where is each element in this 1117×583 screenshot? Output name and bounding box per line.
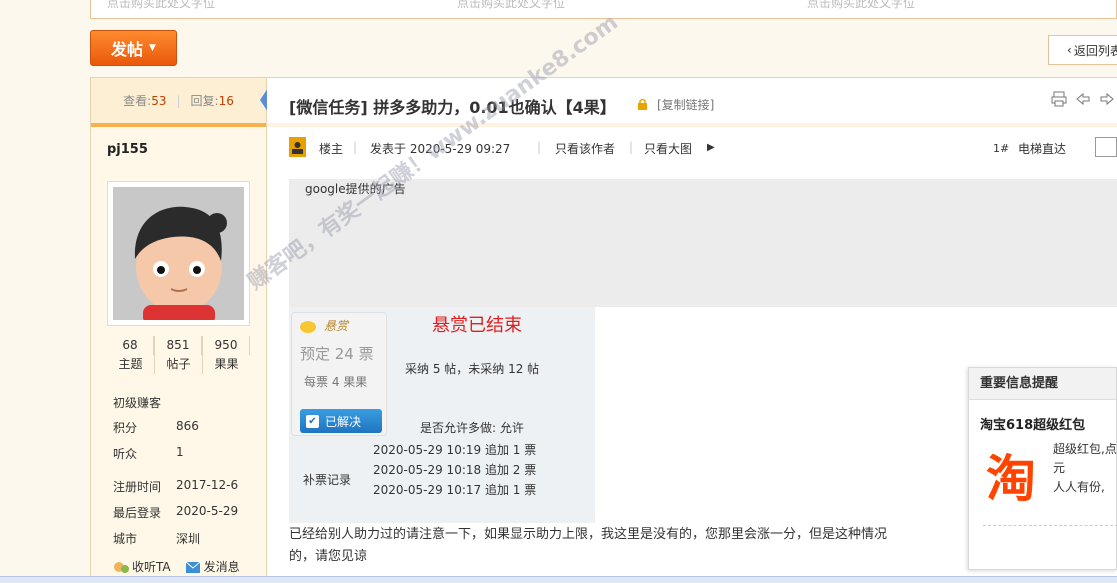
checkmark-icon: ✔ xyxy=(306,414,319,428)
count-guoguo[interactable]: 950 果果 xyxy=(203,336,250,374)
avatar[interactable] xyxy=(107,181,250,326)
play-arrow-icon[interactable]: ▶ xyxy=(707,142,715,153)
only-images-link[interactable]: 只看大图 xyxy=(644,140,692,157)
title-divider xyxy=(267,123,1117,127)
op-label: 楼主 xyxy=(319,142,344,156)
divider xyxy=(91,123,266,127)
new-post-label: 发帖 xyxy=(111,40,144,59)
allow-multiple: 是否允许多做: 允许 xyxy=(420,421,524,435)
author-sidebar: 查看:53 | 回复:16 pj155 68 主题 851 帖子 950 果果 初级赚… xyxy=(90,77,267,583)
follow-icon xyxy=(113,561,129,574)
last-login-row: 最后登录 2020-5-29 xyxy=(113,504,239,520)
record-item: 2020-05-29 10:17 追加 1 票 xyxy=(373,483,537,497)
author-actions: 收听TA 发消息 xyxy=(113,558,240,575)
popup-title-link[interactable]: 淘宝618超级红包 xyxy=(980,414,1085,433)
horizontal-scrollbar[interactable] xyxy=(0,576,1117,583)
replies-label: 回复: xyxy=(190,94,219,108)
avatar-image xyxy=(113,187,244,320)
ad-text-1[interactable]: 点击购买此处文字位 xyxy=(107,0,215,11)
points-row: 积分 866 xyxy=(113,419,199,435)
ad-text-3[interactable]: 点击购买此处文字位 xyxy=(807,0,915,11)
register-row: 注册时间 2017-12-6 xyxy=(113,478,239,494)
count-posts[interactable]: 851 帖子 xyxy=(155,336,203,374)
count-threads[interactable]: 68 主题 xyxy=(107,336,155,374)
post-meta-bar: 楼主 | 发表于 2020-5-29 09:27 | 只看该作者 | 只看大图 … xyxy=(289,137,1117,159)
author-rank[interactable]: 初级赚客 xyxy=(113,394,161,411)
back-to-list-label: 返回列表 xyxy=(1073,43,1117,58)
thread-tools xyxy=(1051,91,1115,107)
reward-badge: 悬赏 预定 24 票 每票 4 果果 ✔ 已解决 xyxy=(291,312,387,436)
back-arrow-icon: ‹ xyxy=(1067,43,1072,57)
ad-text-2[interactable]: 点击购买此处文字位 xyxy=(457,0,565,11)
adopt-summary: 采纳 5 帖，未采纳 12 帖 xyxy=(405,362,540,376)
caret-down-icon: ▼ xyxy=(149,43,156,53)
only-author-link[interactable]: 只看该作者 xyxy=(555,140,615,157)
post-body-line: 已经给别人助力过的请注意一下，如果显示助力上限，我这里是没有的，您那里会涨一分，… xyxy=(289,527,888,542)
google-ad-area: google提供的广告 xyxy=(289,179,1117,307)
popup-divider xyxy=(983,525,1117,526)
views-label: 查看: xyxy=(123,94,152,108)
posted-at: 发表于 2020-5-29 09:27 xyxy=(370,142,511,156)
views-count: 53 xyxy=(151,94,167,108)
envelope-icon xyxy=(185,561,201,574)
popup-description: 超级红包,点 元 人人有份, xyxy=(1053,442,1117,494)
thread-stats: 查看:53 | 回复:16 xyxy=(91,78,266,123)
copy-link[interactable]: [复制链接] xyxy=(657,96,714,113)
floor-number: 1# xyxy=(993,142,1010,155)
coin-icon xyxy=(300,321,316,333)
post-body-line: 的，请您见谅 xyxy=(289,549,368,564)
replies-count: 16 xyxy=(218,94,234,108)
message-button[interactable]: 发消息 xyxy=(185,558,240,575)
next-thread-icon[interactable] xyxy=(1099,91,1115,107)
top-ad-strip: 点击购买此处文字位 点击购买此处文字位 点击购买此处文字位 xyxy=(90,0,1117,19)
listeners-row: 听众 1 xyxy=(113,445,184,461)
back-to-list-button[interactable]: ‹ 返回列表 xyxy=(1048,35,1117,65)
supplement-records: 2020-05-29 10:19 追加 1 票 2020-05-29 10:18… xyxy=(373,440,536,500)
record-item: 2020-05-29 10:19 追加 1 票 xyxy=(373,443,537,457)
elevator-label: 电梯直达 xyxy=(1018,142,1067,156)
google-ad-label: google提供的广告 xyxy=(305,182,406,196)
thread-title[interactable]: [微信任务] 拼多多助力，0.01也确认【4果】 xyxy=(289,94,616,118)
new-post-button[interactable]: 发帖 ▼ xyxy=(90,30,177,66)
print-icon[interactable] xyxy=(1051,91,1067,107)
important-notice-popup: 重要信息提醒 淘宝618超级红包 淘 超级红包,点 元 人人有份, xyxy=(968,367,1117,570)
city-row: 城市 深圳 xyxy=(113,532,201,546)
author-username[interactable]: pj155 xyxy=(107,142,148,157)
elevator-input[interactable] xyxy=(1095,137,1117,157)
reward-per-vote: 每票 4 果果 xyxy=(304,375,368,389)
reward-ended-text: 悬赏已结束 xyxy=(432,315,522,336)
supplement-label: 补票记录 xyxy=(303,473,352,487)
popup-header: 重要信息提醒 xyxy=(969,368,1116,400)
author-counts: 68 主题 851 帖子 950 果果 xyxy=(107,336,250,374)
post-body: 已经给别人助力过的请注意一下，如果显示助力上限，我这里是没有的，您那里会涨一分，… xyxy=(289,524,1009,568)
taobao-logo-icon[interactable]: 淘 xyxy=(979,449,1043,509)
prev-thread-icon[interactable] xyxy=(1075,91,1091,107)
reward-price: 预定 24 票 xyxy=(300,345,374,363)
op-badge-icon xyxy=(289,137,306,160)
record-item: 2020-05-29 10:18 追加 2 票 xyxy=(373,463,537,477)
reward-box: 悬赏 预定 24 票 每票 4 果果 ✔ 已解决 悬赏已结束 采纳 5 帖，未采… xyxy=(289,307,595,523)
lock-icon xyxy=(637,98,648,110)
reward-badge-title: 悬赏 xyxy=(324,319,349,333)
solved-status: ✔ 已解决 xyxy=(300,409,382,433)
follow-button[interactable]: 收听TA xyxy=(113,558,171,575)
